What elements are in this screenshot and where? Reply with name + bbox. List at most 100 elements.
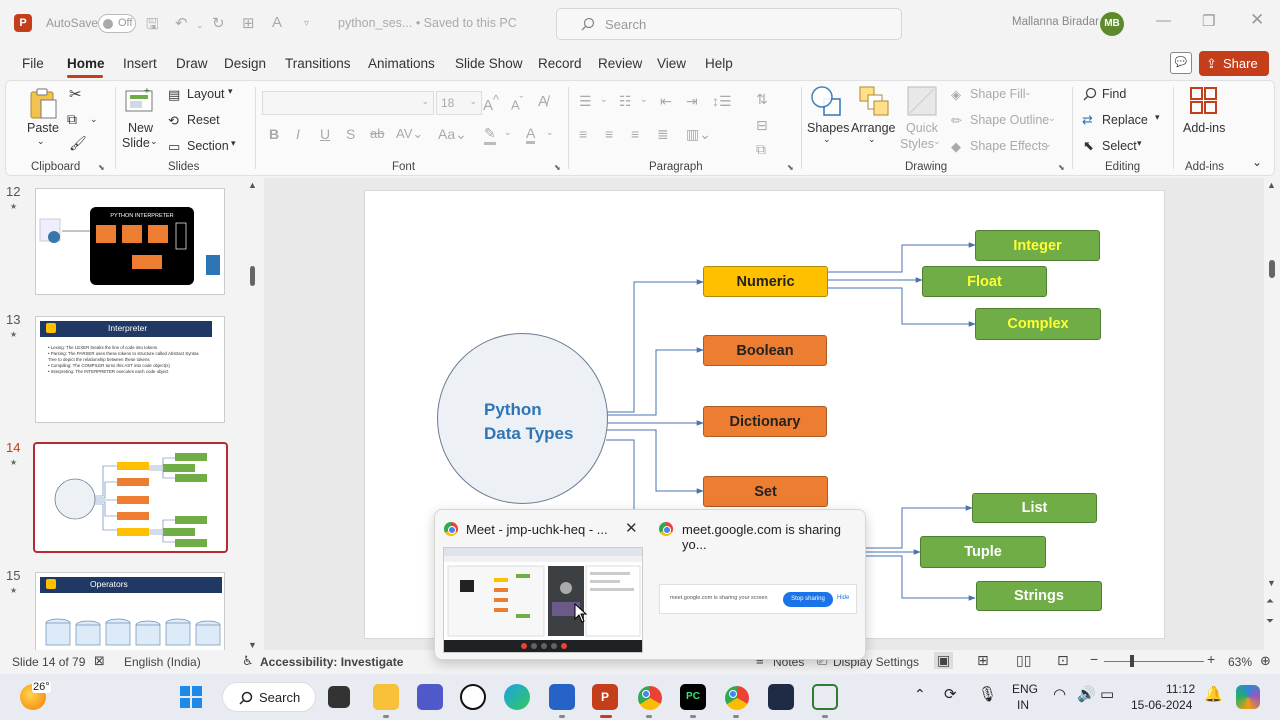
document-title[interactable]: python_ses... • Saved to this PC <box>338 16 517 30</box>
new-slide-button-line2[interactable]: Slide <box>122 136 150 150</box>
shape-outline-button[interactable]: Shape Outline <box>970 113 1049 127</box>
add-ins-button[interactable]: Add-ins <box>1183 121 1225 135</box>
slide-sorter-icon[interactable]: ⊞ <box>977 652 989 669</box>
snipping-tool-icon[interactable] <box>812 684 838 710</box>
accessibility-status[interactable]: Accessibility: Investigate <box>260 655 403 669</box>
scroll-thumb[interactable] <box>1269 260 1275 278</box>
change-case-icon[interactable]: Aa⌄ <box>438 126 467 143</box>
text-shadow-icon[interactable]: S <box>346 126 355 142</box>
previous-slide-icon[interactable]: ⏶ <box>1266 596 1274 607</box>
decrease-font-icon[interactable]: Aˇ <box>511 95 523 112</box>
hide-button[interactable]: Hide <box>837 595 849 601</box>
line-spacing-icon[interactable]: ↕☰ <box>712 93 732 110</box>
find-icon[interactable] <box>1083 87 1097 101</box>
font-size-select[interactable]: 18 ⌄ <box>436 91 482 115</box>
shapes-icon[interactable] <box>810 85 842 117</box>
shape-fill-icon[interactable]: ◈ <box>951 87 961 103</box>
tab-view[interactable]: View <box>657 56 686 71</box>
user-name[interactable]: Mallanna Biradar <box>1012 16 1099 28</box>
add-ins-icon[interactable] <box>1189 86 1219 116</box>
powerpoint-taskbar-icon[interactable]: P <box>592 684 618 710</box>
search-box[interactable]: Search <box>556 8 902 40</box>
reading-view-icon[interactable]: ▯▯ <box>1016 652 1031 669</box>
share-button[interactable]: ⇪ Share <box>1199 51 1269 76</box>
layout-dropdown-icon[interactable]: ▾ <box>228 86 233 97</box>
editor-scrollbar[interactable]: ▲ ▼ ⏶ ⏷ <box>1265 178 1279 650</box>
italic-icon[interactable]: I <box>296 126 300 142</box>
clipboard-launcher-icon[interactable]: ⬊ <box>98 163 105 172</box>
font-color-icon[interactable]: A <box>272 14 282 31</box>
shape-fill-dropdown-icon[interactable]: ⌄ <box>1024 87 1032 98</box>
close-icon[interactable]: ✕ <box>1250 10 1264 30</box>
close-preview-icon[interactable]: ✕ <box>625 519 638 537</box>
numeric-node[interactable]: Numeric <box>703 266 828 297</box>
arrange-icon[interactable] <box>858 85 890 117</box>
clock-time[interactable]: 11:12 <box>1166 682 1195 696</box>
slide-count[interactable]: Slide 14 of 79 <box>12 655 85 669</box>
pycharm-icon[interactable]: PC <box>680 684 706 710</box>
show-hidden-icons[interactable]: ⌃ <box>914 686 926 703</box>
replace-dropdown-icon[interactable]: ▾ <box>1155 112 1160 123</box>
chrome-profile-icon[interactable] <box>725 686 749 710</box>
slideshow-view-icon[interactable]: ⊡ <box>1057 652 1069 669</box>
microphone-icon[interactable]: 🎙 <box>978 685 997 703</box>
tab-design[interactable]: Design <box>224 56 266 71</box>
bullets-dropdown-icon[interactable]: ⌄ <box>600 94 608 105</box>
shape-fill-button[interactable]: Shape Fill <box>970 87 1026 101</box>
paste-icon[interactable] <box>28 87 58 119</box>
restore-icon[interactable]: ❐ <box>1202 12 1215 30</box>
spelling-icon[interactable]: ⊠ <box>94 653 105 669</box>
arrange-button[interactable]: Arrange <box>851 121 895 135</box>
layout-icon[interactable]: ▤ <box>168 87 180 103</box>
comments-button[interactable]: 💬 <box>1170 52 1192 74</box>
dell-icon[interactable] <box>460 684 486 710</box>
slide-thumbnail-15[interactable]: Operators <box>35 572 225 650</box>
next-slide-icon[interactable]: ⏷ <box>1266 616 1274 627</box>
font-family-select[interactable]: ⌄ <box>262 91 434 115</box>
sync-icon[interactable]: ⟳ <box>944 685 957 703</box>
wifi-icon[interactable]: ◠ <box>1053 685 1066 703</box>
fit-to-window-icon[interactable]: ⊕ <box>1260 653 1271 669</box>
copy-dropdown-icon[interactable]: ⌄ <box>90 114 98 125</box>
tab-draw[interactable]: Draw <box>176 56 208 71</box>
layout-button[interactable]: Layout <box>187 87 225 101</box>
clock-date[interactable]: 15-06-2024 <box>1131 698 1192 712</box>
new-slide-button[interactable]: New <box>128 121 153 135</box>
zoom-slider[interactable] <box>1104 661 1204 662</box>
section-icon[interactable]: ▭ <box>168 139 180 155</box>
task-view-icon[interactable] <box>328 686 350 708</box>
tab-insert[interactable]: Insert <box>123 56 157 71</box>
highlight-icon[interactable]: ✎ <box>484 125 496 145</box>
quick-styles-dropdown-icon[interactable]: ⌄ <box>933 136 941 147</box>
shape-effects-dropdown-icon[interactable]: ⌄ <box>1044 139 1052 150</box>
weather-temp[interactable]: 26° <box>32 681 51 693</box>
quick-styles-button[interactable]: Quick <box>906 121 938 135</box>
bullets-icon[interactable]: ☰ <box>579 93 592 110</box>
tab-transitions[interactable]: Transitions <box>285 56 351 71</box>
justify-icon[interactable]: ≣ <box>657 126 669 143</box>
paste-button[interactable]: Paste <box>27 121 59 135</box>
undo-dropdown-icon[interactable]: ⌄ <box>196 20 204 31</box>
copilot-icon[interactable] <box>1236 685 1260 709</box>
language-region[interactable]: IN <box>1017 698 1029 712</box>
scroll-up-icon[interactable]: ▲ <box>248 180 257 190</box>
tab-review[interactable]: Review <box>598 56 642 71</box>
language-status[interactable]: English (India) <box>124 655 201 669</box>
paste-dropdown-icon[interactable]: ⌄ <box>37 136 45 147</box>
format-painter-icon[interactable]: 🖌 <box>69 135 87 152</box>
scroll-down-icon[interactable]: ▼ <box>1267 578 1276 588</box>
zoom-out-icon[interactable]: − <box>1090 651 1098 667</box>
align-center-icon[interactable]: ≡ <box>605 126 613 142</box>
text-direction-icon[interactable]: ⇅ <box>756 91 768 108</box>
stop-sharing-button[interactable]: Stop sharing <box>783 592 833 607</box>
collapse-ribbon-icon[interactable]: ⌄ <box>1252 155 1262 169</box>
zoom-level[interactable]: 63% <box>1228 655 1252 669</box>
float-node[interactable]: Float <box>922 266 1047 297</box>
select-button[interactable]: Select <box>1102 139 1137 153</box>
align-right-icon[interactable]: ≡ <box>631 126 639 142</box>
clear-formatting-icon[interactable]: A̸ <box>538 93 548 110</box>
file-explorer-icon[interactable] <box>373 684 399 710</box>
shape-effects-button[interactable]: Shape Effects <box>970 139 1048 153</box>
tuple-node[interactable]: Tuple <box>920 536 1046 568</box>
zoom-slider-thumb[interactable] <box>1130 655 1134 667</box>
